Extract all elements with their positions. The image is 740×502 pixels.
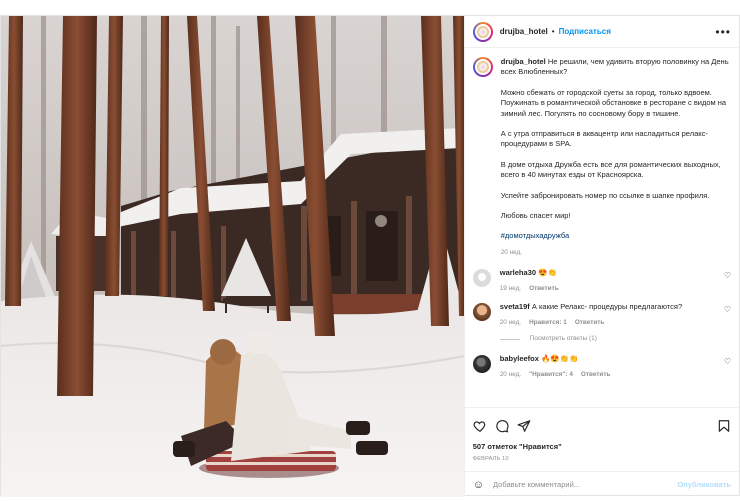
post-header: drujba_hotel • Подписаться ••• [464, 16, 739, 48]
emoji-icon[interactable]: ☺ [473, 479, 484, 491]
avatar[interactable] [472, 303, 491, 322]
header-username[interactable]: drujba_hotel [500, 27, 548, 36]
comment-username[interactable]: warleha30 [500, 268, 536, 277]
comment-text: А какие Релакс- процедуры предлагаются? [531, 302, 683, 312]
post-side-panel: drujba_hotel • Подписаться ••• drujba_ho… [463, 16, 739, 497]
heart-icon[interactable] [473, 419, 487, 433]
comment-input[interactable] [492, 480, 678, 489]
comment-text: 😍👏 [538, 268, 557, 278]
comment-like-heart-icon[interactable]: ♡ [724, 305, 731, 315]
reply-button[interactable]: Ответить [581, 371, 611, 378]
comment-like-heart-icon[interactable]: ♡ [724, 357, 731, 367]
comments-section: drujba_hotel Не решили, чем удивить втор… [465, 48, 739, 407]
add-comment-bar: ☺ Опубликовать [464, 471, 739, 497]
caption-paragraph: Можно сбежать от городской суеты за горо… [500, 87, 727, 118]
more-horizontal-icon[interactable]: ••• [715, 25, 731, 39]
post-caption: drujba_hotel Не решили, чем удивить втор… [472, 57, 731, 268]
avatar[interactable] [472, 355, 491, 374]
caption-time-text[interactable]: 20 нед. [501, 249, 522, 256]
bookmark-icon[interactable] [717, 419, 731, 433]
comment-time[interactable]: 20 нед. [500, 319, 521, 326]
follow-button[interactable]: Подписаться [559, 27, 611, 36]
comment-username[interactable]: babyleefox [500, 354, 539, 363]
comment-item: babyleefox 🔥😍👏👏 20 нед. "Нравится": 4 Отве… [472, 354, 731, 380]
comment-icon[interactable] [495, 419, 509, 433]
caption-paragraph: Успейте забронировать номер по ссылке в … [500, 190, 710, 200]
publish-button[interactable]: Опубликовать [677, 480, 731, 489]
comment-item: warleha30 😍👏 19 нед. Ответить ♡ [472, 268, 731, 294]
post-actions: 507 отметок "Нравится" ФЕВРАЛЬ 10 [464, 407, 739, 462]
header-separator: • [551, 27, 555, 36]
hashtag-link[interactable]: #домотдыхадружба [501, 231, 569, 240]
avatar[interactable] [472, 269, 491, 288]
comment-like-heart-icon[interactable]: ♡ [724, 271, 731, 281]
likes-count[interactable]: 507 отметок "Нравится" [473, 442, 731, 451]
comment-username[interactable]: sveta19f [500, 302, 530, 311]
caption-paragraph: Любовь спасет мир! [500, 211, 571, 221]
post-date[interactable]: ФЕВРАЛЬ 10 [473, 456, 731, 462]
comment-likes[interactable]: "Нравится": 4 [529, 371, 573, 378]
caption-paragraph: drujba_hotel Не решили, чем удивить втор… [501, 57, 731, 78]
caption-time: 20 нед. [501, 248, 731, 258]
action-icons-row [473, 416, 731, 436]
avatar[interactable] [472, 21, 493, 42]
caption-paragraph: В доме отдыха Дружба есть все для романт… [500, 159, 721, 180]
comment-time[interactable]: 19 нед. [500, 285, 521, 292]
comment-item: sveta19f А какие Релакс- процедуры предл… [472, 302, 731, 328]
comment-likes[interactable]: Нравится: 1 [529, 319, 567, 326]
view-replies-button[interactable]: Посмотреть ответы (1) [499, 334, 731, 344]
reply-button[interactable]: Ответить [575, 319, 605, 326]
caption-avatar[interactable] [472, 57, 493, 77]
caption-username[interactable]: drujba_hotel [501, 57, 546, 66]
view-replies-label: Посмотреть ответы (1) [529, 334, 597, 342]
caption-paragraph: А с утра отправиться в аквацентр или нас… [500, 129, 708, 149]
reply-button[interactable]: Ответить [529, 285, 559, 292]
caption-hashtag-line: #домотдыхадружба [501, 231, 731, 241]
share-icon[interactable] [517, 419, 531, 433]
post-container: drujba_hotel • Подписаться ••• drujba_ho… [0, 15, 740, 497]
post-photo[interactable] [1, 16, 464, 497]
comment-time[interactable]: 20 нед. [500, 371, 521, 378]
comment-text: 🔥😍👏👏 [541, 354, 579, 364]
winter-forest-couple-image [1, 16, 464, 497]
